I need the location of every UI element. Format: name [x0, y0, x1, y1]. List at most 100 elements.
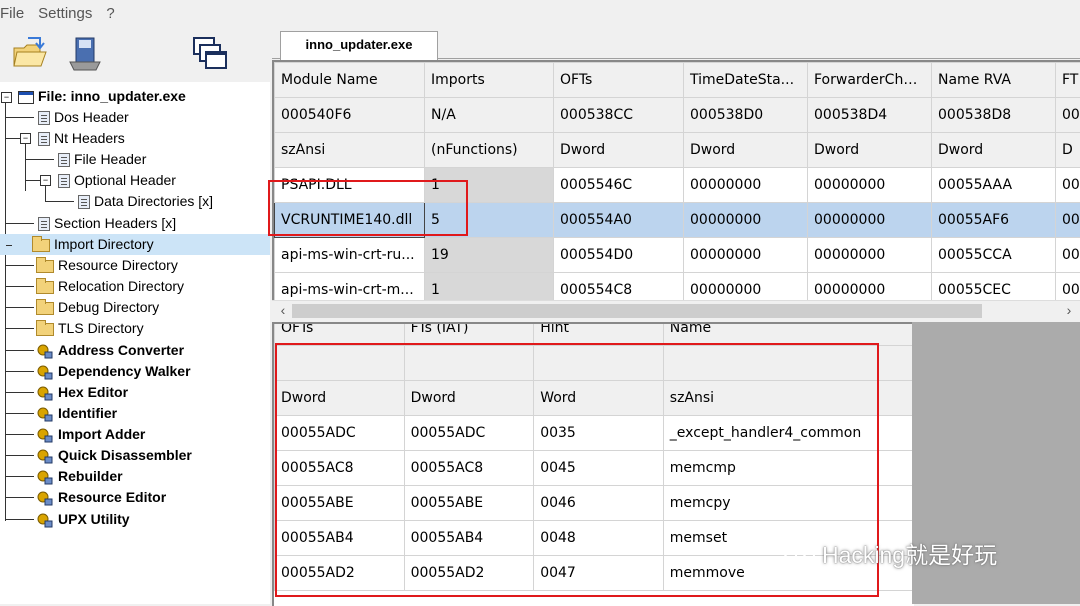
toolbar [0, 28, 270, 80]
tree-item-hex-editor[interactable]: Hex Editor [36, 382, 128, 403]
table-cell: Dword [932, 133, 1056, 168]
tree-item-upx-utility[interactable]: UPX Utility [36, 509, 130, 530]
collapse-nt-headers-icon[interactable]: − [20, 133, 31, 144]
highlight-box-module [268, 180, 468, 236]
table-cell: (nFunctions) [425, 133, 554, 168]
tree-item-relocation-directory[interactable]: Relocation Directory [36, 276, 184, 297]
tree-item-address-converter[interactable]: Address Converter [36, 340, 184, 361]
tab-inno-updater[interactable]: inno_updater.exe [280, 31, 438, 60]
tree-item-resource-editor[interactable]: Resource Editor [36, 487, 166, 508]
tree-item-resource-directory[interactable]: Resource Directory [36, 255, 178, 276]
tree-item-dependency-walker[interactable]: Dependency Walker [36, 361, 191, 382]
tab-strip: inno_updater.exe [272, 26, 1080, 59]
table-cell[interactable]: 00000000 [684, 168, 808, 203]
tree-item-file-header[interactable]: File Header [58, 149, 146, 170]
windows-icon[interactable] [190, 34, 230, 74]
column-header[interactable]: Imports [425, 63, 554, 98]
table-row[interactable]: api-ms-win-crt-ru... 19 000554D0 0000000… [275, 238, 1080, 273]
column-header[interactable]: ForwarderCha... [808, 63, 932, 98]
menu-bar: File Settings ? [0, 0, 270, 26]
table-cell[interactable]: 19 [425, 238, 554, 273]
table-cell[interactable]: 00055AAA [932, 168, 1056, 203]
column-header[interactable]: FT [1056, 63, 1080, 98]
table-cell[interactable]: 00000000 [684, 273, 808, 301]
page-icon [38, 111, 50, 125]
tree-connector [26, 180, 40, 181]
menu-help[interactable]: ? [106, 5, 114, 22]
table-cell: Dword [554, 133, 684, 168]
column-header[interactable]: Name RVA [932, 63, 1056, 98]
page-icon [78, 195, 90, 209]
folder-icon [36, 281, 54, 294]
table-cell[interactable]: 00055CCA [932, 238, 1056, 273]
column-header[interactable]: OFTs [554, 63, 684, 98]
table-cell[interactable]: 00000000 [808, 168, 932, 203]
column-header[interactable]: Module Name [275, 63, 425, 98]
table-row[interactable]: api-ms-win-crt-m... 1 000554C8 00000000 … [275, 273, 1080, 301]
scroll-left-icon[interactable]: ‹ [274, 302, 292, 318]
scroll-right-icon[interactable]: › [1060, 302, 1078, 318]
horizontal-scrollbar[interactable]: ‹ › [272, 300, 1080, 321]
save-file-icon[interactable] [66, 34, 106, 74]
folder-icon [32, 239, 50, 252]
tree-item-rebuilder[interactable]: Rebuilder [36, 466, 123, 487]
table-cell[interactable]: 00055CEC [932, 273, 1056, 301]
tree-item-tls-directory[interactable]: TLS Directory [36, 318, 144, 339]
scrollbar-thumb[interactable] [292, 304, 982, 318]
watermark: Hacking就是好玩 [782, 536, 997, 570]
table-cell: 000540F6 [275, 98, 425, 133]
table-cell: Dword [808, 133, 932, 168]
table-cell[interactable]: 00000000 [684, 203, 808, 238]
menu-file[interactable]: File [0, 5, 24, 22]
column-header[interactable]: FTs (IAT) [404, 322, 534, 346]
tree-item-nt-headers[interactable]: Nt Headers [38, 128, 125, 149]
page-icon [38, 132, 50, 146]
column-header[interactable]: Name [663, 322, 913, 346]
table-cell[interactable]: 00000000 [808, 203, 932, 238]
tree-root[interactable]: File: inno_updater.exe [18, 86, 186, 107]
tree-item-section-headers[interactable]: Section Headers [x] [38, 213, 176, 234]
tree-item-quick-disassembler[interactable]: Quick Disassembler [36, 445, 192, 466]
table-cell[interactable]: 00 [1056, 273, 1080, 301]
tool-icon [36, 489, 54, 507]
tree-item-import-adder[interactable]: Import Adder [36, 424, 145, 445]
tree-connector [6, 286, 34, 287]
table-cell[interactable]: 00000000 [808, 238, 932, 273]
table-cell[interactable]: 00055AF6 [932, 203, 1056, 238]
file-icon [18, 91, 34, 104]
tree-connector [6, 265, 34, 266]
table-cell[interactable]: 0005546C [554, 168, 684, 203]
table-cell[interactable]: 000554A0 [554, 203, 684, 238]
tree-connector [6, 392, 34, 393]
tree-item-data-directories[interactable]: Data Directories [x] [78, 191, 213, 212]
table-cell[interactable]: 00000000 [808, 273, 932, 301]
table-cell[interactable]: api-ms-win-crt-ru... [275, 238, 425, 273]
tree-item-debug-directory[interactable]: Debug Directory [36, 297, 159, 318]
table-cell[interactable]: 00 [1056, 238, 1080, 273]
tree-connector [26, 159, 54, 160]
tool-icon [36, 426, 54, 444]
page-icon [38, 217, 50, 231]
table-cell[interactable]: 00 [1056, 168, 1080, 203]
table-cell[interactable]: 00 [1056, 203, 1080, 238]
tree-item-import-directory[interactable]: Import Directory [0, 234, 270, 255]
table-cell[interactable]: 00000000 [684, 238, 808, 273]
column-header[interactable]: OFTs [275, 322, 405, 346]
tree-connector [6, 371, 34, 372]
collapse-root-icon[interactable]: − [1, 92, 12, 103]
table-cell[interactable]: 1 [425, 273, 554, 301]
tree-connector [6, 434, 34, 435]
table-cell[interactable]: 000554C8 [554, 273, 684, 301]
open-file-icon[interactable] [10, 34, 50, 74]
tree-item-identifier[interactable]: Identifier [36, 403, 117, 424]
tool-icon [36, 384, 54, 402]
wechat-icon [782, 540, 816, 566]
tree-item-optional-header[interactable]: Optional Header [58, 170, 176, 191]
collapse-optional-header-icon[interactable]: − [40, 175, 51, 186]
column-header[interactable]: TimeDateSta... [684, 63, 808, 98]
table-cell[interactable]: 000554D0 [554, 238, 684, 273]
table-cell[interactable]: api-ms-win-crt-m... [275, 273, 425, 301]
column-header[interactable]: Hint [534, 322, 664, 346]
menu-settings[interactable]: Settings [38, 5, 92, 22]
tree-item-dos-header[interactable]: Dos Header [38, 107, 129, 128]
